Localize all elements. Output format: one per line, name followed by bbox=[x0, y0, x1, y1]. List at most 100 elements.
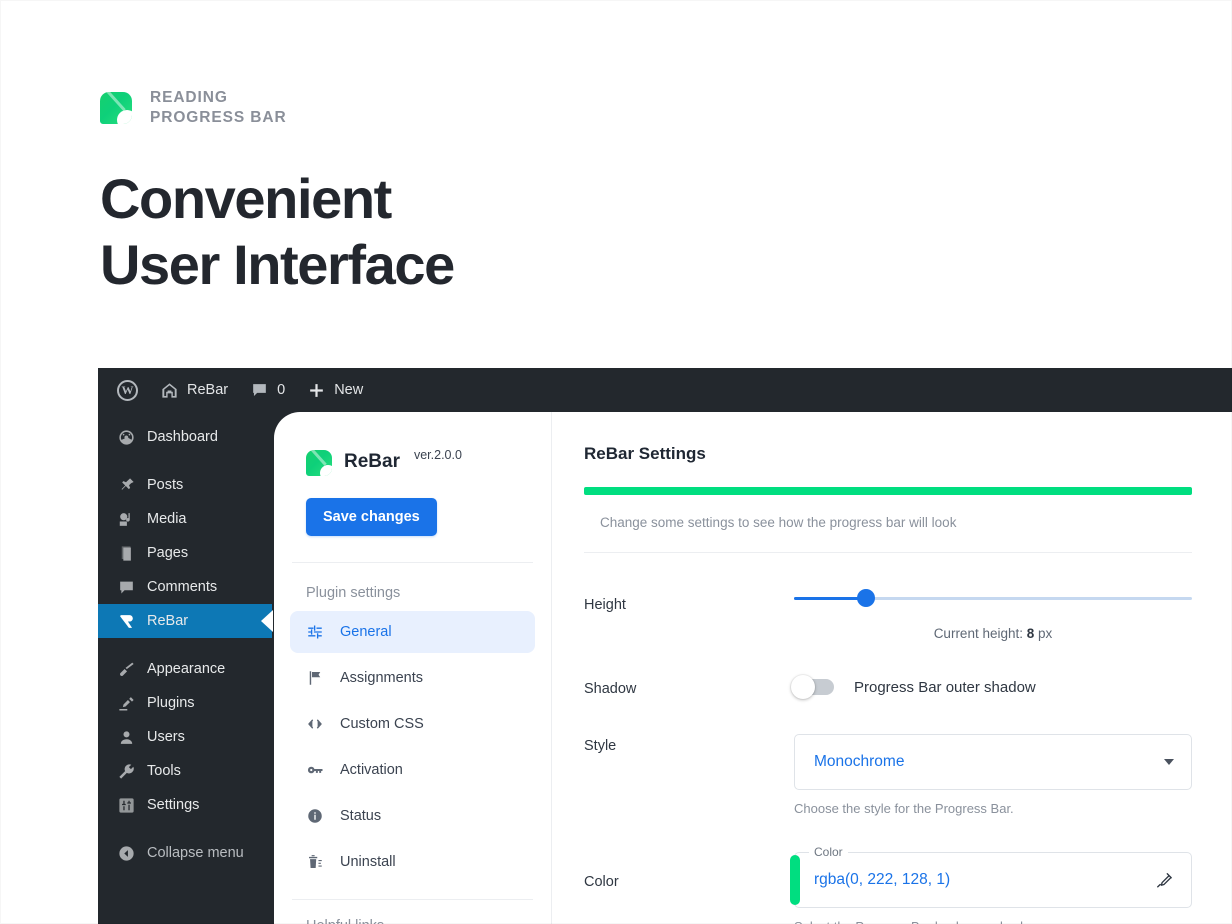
media-icon bbox=[117, 510, 136, 529]
style-control: Monochrome Choose the style for the Prog… bbox=[794, 734, 1192, 816]
style-label: Style bbox=[584, 734, 794, 754]
plugin-nav-label: Activation bbox=[340, 762, 403, 778]
shadow-toggle[interactable] bbox=[794, 679, 834, 695]
sidebar-item-plugins[interactable]: Plugins bbox=[98, 686, 272, 720]
comment-bubble-icon bbox=[250, 381, 269, 400]
setting-row-shadow: Shadow Progress Bar outer shadow bbox=[584, 677, 1192, 697]
color-input-field[interactable]: Color rgba(0, 222, 128, 1) bbox=[794, 852, 1192, 908]
sidebar-label: Dashboard bbox=[147, 429, 218, 445]
sidebar-divider-3 bbox=[98, 822, 272, 836]
plugin-nav-item-assignments[interactable]: Assignments bbox=[290, 657, 535, 699]
plugin-nav-column: ReBar ver.2.0.0 Save changes Plugin sett… bbox=[274, 412, 552, 924]
helpful-links-label[interactable]: Helpful links bbox=[274, 900, 551, 924]
sidebar-item-appearance[interactable]: Appearance bbox=[98, 652, 272, 686]
plugin-settings-section-title: Plugin settings bbox=[274, 563, 551, 607]
height-value: 8 bbox=[1027, 626, 1035, 641]
sidebar-divider-1 bbox=[98, 454, 272, 468]
chevron-down-icon bbox=[1164, 759, 1174, 765]
plugin-nav-item-general[interactable]: General bbox=[290, 611, 535, 653]
height-label: Height bbox=[584, 587, 794, 613]
height-unit: px bbox=[1038, 626, 1052, 641]
height-caption: Current height: 8 px bbox=[794, 626, 1192, 641]
info-icon bbox=[306, 807, 324, 825]
sidebar-item-tools[interactable]: Tools bbox=[98, 754, 272, 788]
brand-lockup: READING PROGRESS BAR bbox=[100, 88, 287, 128]
plugin-nav-item-status[interactable]: Status bbox=[290, 795, 535, 837]
rebar-logo-icon bbox=[306, 450, 332, 476]
adminbar-new[interactable]: New bbox=[296, 368, 374, 412]
style-helper-text: Choose the style for the Progress Bar. bbox=[794, 801, 1192, 816]
sidebar-label: Users bbox=[147, 729, 185, 745]
brand-name: READING PROGRESS BAR bbox=[150, 88, 287, 128]
plugin-nav-item-uninstall[interactable]: Uninstall bbox=[290, 841, 535, 883]
sidebar-label: ReBar bbox=[147, 613, 188, 629]
wrench-icon bbox=[117, 762, 136, 781]
key-icon bbox=[306, 761, 324, 779]
wp-admin-bar: ReBar 0 New bbox=[98, 368, 1232, 412]
rebar-icon bbox=[117, 612, 136, 631]
color-helper-text: Select the Progress Bar background color… bbox=[794, 919, 1192, 924]
sidebar-label: Plugins bbox=[147, 695, 195, 711]
plugin-name: ReBar bbox=[344, 452, 400, 473]
plugin-nav-label: Assignments bbox=[340, 670, 423, 686]
sidebar-label: Tools bbox=[147, 763, 181, 779]
sliders-icon bbox=[117, 796, 136, 815]
sidebar-divider-2 bbox=[98, 638, 272, 652]
plugin-nav-item-activation[interactable]: Activation bbox=[290, 749, 535, 791]
slider-thumb[interactable] bbox=[857, 589, 875, 607]
toggle-knob bbox=[791, 675, 815, 699]
wordpress-admin-mockup: ReBar 0 New Dashboard bbox=[98, 368, 1232, 924]
home-icon bbox=[160, 381, 179, 400]
plugin-nav-item-custom-css[interactable]: Custom CSS bbox=[290, 703, 535, 745]
brand-name-line1: READING bbox=[150, 88, 287, 108]
sidebar-item-posts[interactable]: Posts bbox=[98, 468, 272, 502]
wordpress-logo-icon bbox=[117, 380, 138, 401]
settings-pane: ReBar Settings Change some settings to s… bbox=[552, 412, 1232, 924]
plug-icon bbox=[117, 694, 136, 713]
save-changes-button[interactable]: Save changes bbox=[306, 498, 437, 536]
eyedropper-icon[interactable] bbox=[1155, 871, 1174, 890]
sidebar-collapse-label: Collapse menu bbox=[147, 845, 244, 861]
pages-icon bbox=[117, 544, 136, 563]
trash-icon bbox=[306, 853, 324, 871]
style-selected-value: Monochrome bbox=[814, 753, 904, 771]
plugin-version: ver.2.0.0 bbox=[414, 448, 462, 462]
settings-title: ReBar Settings bbox=[584, 444, 1192, 464]
adminbar-comments-count: 0 bbox=[277, 382, 285, 398]
color-field-legend: Color bbox=[809, 845, 848, 859]
dashboard-icon bbox=[117, 428, 136, 447]
sidebar-item-pages[interactable]: Pages bbox=[98, 536, 272, 570]
adminbar-site-name[interactable]: ReBar bbox=[149, 368, 239, 412]
style-select[interactable]: Monochrome bbox=[794, 734, 1192, 790]
adminbar-site-label: ReBar bbox=[187, 382, 228, 398]
adminbar-comments[interactable]: 0 bbox=[239, 368, 296, 412]
color-label: Color bbox=[584, 852, 794, 890]
sidebar-item-comments[interactable]: Comments bbox=[98, 570, 272, 604]
sidebar-item-settings[interactable]: Settings bbox=[98, 788, 272, 822]
sidebar-item-dashboard[interactable]: Dashboard bbox=[98, 420, 272, 454]
plugin-brand: ReBar ver.2.0.0 bbox=[274, 448, 551, 476]
sidebar-item-users[interactable]: Users bbox=[98, 720, 272, 754]
color-value: rgba(0, 222, 128, 1) bbox=[814, 871, 1155, 889]
sidebar-item-media[interactable]: Media bbox=[98, 502, 272, 536]
adminbar-new-label: New bbox=[334, 382, 363, 398]
progress-bar-preview bbox=[584, 487, 1192, 495]
sidebar-collapse-menu[interactable]: Collapse menu bbox=[98, 836, 272, 870]
hero-brand: READING PROGRESS BAR bbox=[100, 88, 287, 128]
plugin-nav-label: Custom CSS bbox=[340, 716, 424, 732]
height-slider[interactable] bbox=[794, 587, 1192, 609]
setting-row-color: Color Color rgba(0, 222, 128, 1) Select … bbox=[584, 852, 1192, 924]
wp-sidebar-menu: Dashboard Posts Media Pages bbox=[98, 412, 272, 924]
plus-icon bbox=[307, 381, 326, 400]
sidebar-label: Media bbox=[147, 511, 187, 527]
sidebar-item-rebar[interactable]: ReBar bbox=[98, 604, 272, 638]
shadow-toggle-line: Progress Bar outer shadow bbox=[794, 679, 1192, 696]
shadow-label: Shadow bbox=[584, 677, 794, 697]
height-control: Current height: 8 px bbox=[794, 587, 1192, 641]
plugin-settings-card: ReBar ver.2.0.0 Save changes Plugin sett… bbox=[274, 412, 1232, 924]
page-title: Convenient User Interface bbox=[100, 166, 454, 297]
wp-logo-button[interactable] bbox=[98, 368, 149, 412]
user-icon bbox=[117, 728, 136, 747]
brush-icon bbox=[117, 660, 136, 679]
sidebar-label: Posts bbox=[147, 477, 183, 493]
